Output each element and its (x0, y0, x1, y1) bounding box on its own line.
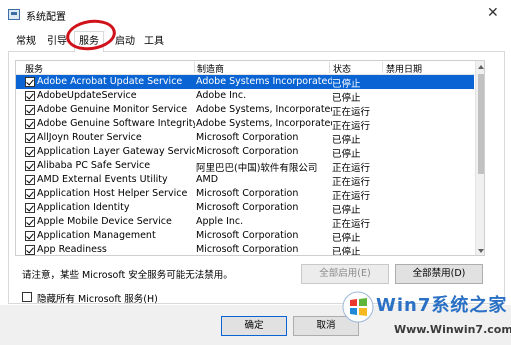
service-maker: Adobe Inc. (196, 90, 247, 101)
service-checkbox[interactable] (25, 105, 35, 115)
service-checkbox[interactable] (25, 91, 35, 101)
column-divider[interactable] (329, 62, 330, 73)
services-list[interactable]: 服务 制造商 状态 禁用日期 Adobe Acrobat Update Serv… (15, 60, 485, 256)
column-header-disabled-date[interactable]: 禁用日期 (386, 62, 422, 75)
table-row[interactable]: Application Host Helper Service Microsof… (16, 187, 474, 202)
service-checkbox[interactable] (25, 217, 35, 227)
tab-startup[interactable]: 启动 (111, 34, 139, 52)
service-name: AdobeUpdateService (37, 90, 137, 101)
system-config-icon (8, 9, 20, 20)
service-state: 正在运行 (332, 163, 371, 174)
service-checkbox[interactable] (25, 203, 35, 213)
service-state: 正在运行 (332, 107, 371, 118)
list-header: 服务 制造商 状态 禁用日期 (16, 61, 484, 75)
watermark-url: Www.Winwin7.com (394, 323, 511, 336)
service-maker: Microsoft Corporation (196, 146, 299, 157)
service-maker: Microsoft Corporation (196, 244, 299, 255)
service-maker: Adobe Systems Incorporated (196, 76, 332, 87)
service-checkbox[interactable] (25, 133, 35, 143)
service-checkbox[interactable] (25, 161, 35, 171)
hide-ms-checkbox[interactable] (22, 292, 32, 302)
service-state: 正在运行 (332, 177, 371, 188)
scroll-down-icon[interactable] (478, 249, 484, 253)
scroll-thumb[interactable] (478, 74, 484, 174)
service-state: 正在运行 (332, 121, 371, 132)
service-state: 已停止 (332, 79, 361, 90)
service-checkbox[interactable] (25, 119, 35, 129)
table-row[interactable]: Application Layer Gateway Service Micros… (16, 145, 474, 160)
watermark: Win7系统之家 Www.Winwin7.com (342, 291, 511, 345)
column-divider[interactable] (382, 62, 383, 73)
service-checkbox[interactable] (25, 77, 35, 87)
service-name: Adobe Genuine Software Integrity... (37, 118, 195, 129)
service-state: 已停止 (332, 135, 361, 146)
vertical-scrollbar[interactable] (475, 61, 484, 255)
table-row[interactable]: Adobe Genuine Software Integrity... Adob… (16, 117, 474, 132)
column-header-maker[interactable]: 制造商 (197, 62, 224, 75)
service-state: 已停止 (332, 247, 361, 256)
service-checkbox[interactable] (25, 175, 35, 185)
enable-all-button[interactable]: 全部启用(E) (301, 264, 389, 284)
disable-all-button[interactable]: 全部禁用(D) (395, 264, 483, 284)
tab-tools[interactable]: 工具 (140, 34, 168, 52)
watermark-brand: Win7系统之家 (376, 295, 508, 316)
window-title: 系统配置 (26, 12, 66, 23)
close-icon[interactable]: ✕ (487, 6, 499, 20)
table-row[interactable]: Adobe Genuine Monitor Service Adobe Syst… (16, 103, 474, 118)
hide-ms-label: 隐藏所有 Microsoft 服务(H) (37, 294, 158, 305)
service-name: Apple Mobile Device Service (37, 216, 172, 227)
service-name: Application Management (37, 230, 156, 241)
service-name: Alibaba PC Safe Service (37, 160, 151, 171)
scroll-up-icon[interactable] (478, 65, 484, 69)
column-divider[interactable] (194, 62, 195, 73)
service-name: Adobe Genuine Monitor Service (37, 104, 188, 115)
security-note: 请注意，某些 Microsoft 安全服务可能无法禁用。 (22, 270, 233, 281)
table-row[interactable]: App Readiness Microsoft Corporation 已停止 (16, 243, 474, 256)
column-header-service[interactable]: 服务 (25, 62, 43, 75)
service-maker: Adobe Systems, Incorporated (196, 104, 332, 115)
service-checkbox[interactable] (25, 189, 35, 199)
service-state: 已停止 (332, 205, 361, 216)
service-name: AMD External Events Utility (37, 174, 168, 185)
service-name: AllJoyn Router Service (37, 132, 142, 143)
service-maker: Microsoft Corporation (196, 230, 299, 241)
service-state: 已停止 (332, 93, 361, 104)
windows-logo-icon (342, 291, 374, 323)
service-state: 正在运行 (332, 191, 371, 202)
service-maker: Apple Inc. (196, 216, 244, 227)
service-maker: 阿里巴巴(中国)软件有限公司 (196, 163, 318, 174)
service-checkbox[interactable] (25, 245, 35, 255)
service-name: Application Layer Gateway Service (37, 146, 195, 157)
ok-button[interactable]: 确定 (221, 316, 287, 336)
table-row[interactable]: AdobeUpdateService Adobe Inc. 已停止 (16, 89, 474, 104)
service-state: 已停止 (332, 149, 361, 160)
service-maker: AMD (196, 174, 219, 185)
service-checkbox[interactable] (25, 231, 35, 241)
service-maker: Microsoft Corporation (196, 202, 299, 213)
service-state: 正在运行 (332, 219, 371, 230)
tab-general[interactable]: 常规 (12, 34, 40, 52)
table-row[interactable]: Alibaba PC Safe Service 阿里巴巴(中国)软件有限公司 正… (16, 159, 474, 174)
table-row[interactable]: AllJoyn Router Service Microsoft Corpora… (16, 131, 474, 146)
table-row[interactable]: Application Management Microsoft Corpora… (16, 229, 474, 244)
table-row[interactable]: Adobe Acrobat Update Service Adobe Syste… (16, 75, 474, 90)
service-name: Application Identity (37, 202, 130, 213)
service-name: Adobe Acrobat Update Service (37, 76, 183, 87)
service-state: 已停止 (332, 233, 361, 244)
service-maker: Microsoft Corporation (196, 188, 299, 199)
service-maker: Adobe Systems, Incorporated (196, 118, 332, 129)
service-checkbox[interactable] (25, 147, 35, 157)
table-row[interactable]: Apple Mobile Device Service Apple Inc. 正… (16, 215, 474, 230)
service-name: Application Host Helper Service (37, 188, 188, 199)
service-maker: Microsoft Corporation (196, 132, 299, 143)
service-name: App Readiness (37, 244, 107, 255)
column-header-state[interactable]: 状态 (333, 62, 351, 75)
table-row[interactable]: AMD External Events Utility AMD 正在运行 (16, 173, 474, 188)
table-row[interactable]: Application Identity Microsoft Corporati… (16, 201, 474, 216)
